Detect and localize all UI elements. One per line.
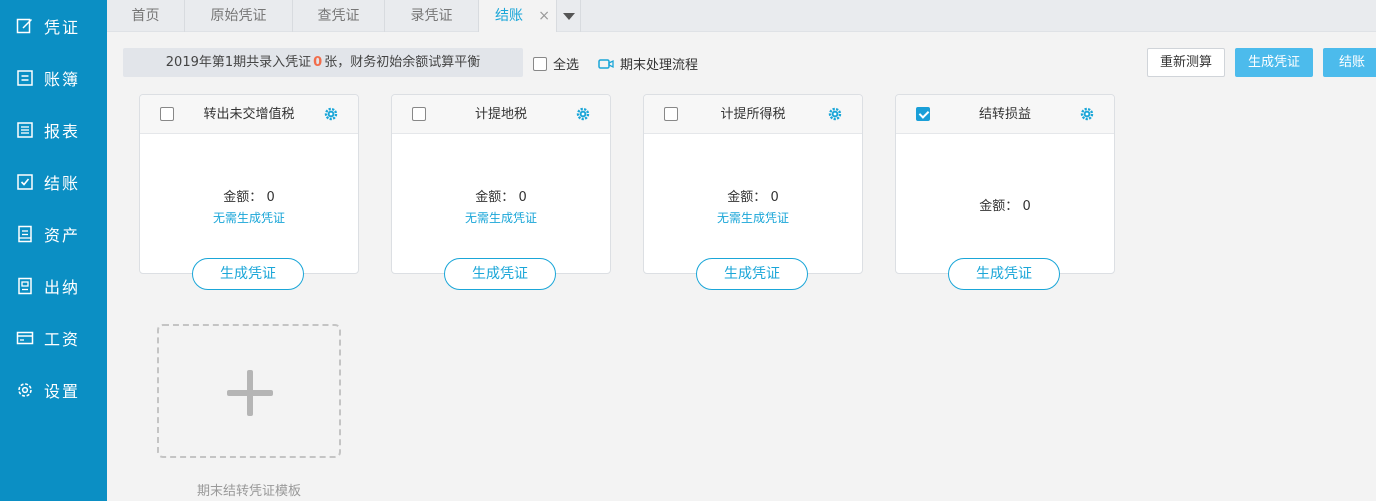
tab-label: 结账 (495, 8, 523, 24)
recalculate-button[interactable]: 重新测算 (1147, 48, 1225, 77)
report-list-icon (16, 121, 34, 139)
voucher-edit-icon (16, 17, 34, 35)
period-info-banner: 2019年第1期共录入凭证 0 张，财务初始余额试算平衡 (123, 48, 523, 77)
card-body: 金额： 0 无需生成凭证 生成凭证 (392, 134, 610, 290)
generate-voucher-button[interactable]: 生成凭证 (1235, 48, 1313, 77)
checkout-check-icon (16, 173, 34, 191)
tab-enter-voucher[interactable]: 录凭证 (385, 0, 479, 32)
select-all-box[interactable] (533, 56, 547, 71)
card-local-tax: 计提地税 金额： 0 无需生成凭证 生成凭证 (391, 94, 611, 290)
card-amount: 金额： 0 (392, 186, 610, 205)
amount-value: 0 (518, 190, 527, 205)
plus-icon-vertical (247, 370, 253, 416)
card-amount: 金额： 0 (140, 186, 358, 205)
card-generate-button[interactable]: 生成凭证 (192, 258, 304, 290)
amount-label: 金额： (979, 199, 1019, 214)
period-end-flow-link[interactable]: 期末处理流程 (598, 54, 698, 73)
tab-more-dropdown[interactable] (557, 0, 581, 32)
add-template-label: 期末结转凭证模板 (196, 484, 301, 499)
no-voucher-needed-note: 无需生成凭证 (464, 211, 537, 225)
card-generate-button[interactable]: 生成凭证 (948, 258, 1060, 290)
gear-icon[interactable] (1080, 107, 1094, 121)
cashier-doc-icon (16, 277, 34, 295)
close-icon[interactable]: × (538, 0, 550, 32)
sidebar-item-label: 工资 (44, 330, 81, 349)
tab-checkout[interactable]: 结账 × (479, 0, 557, 32)
sidebar-item-label: 结账 (44, 174, 81, 193)
amount-value: 0 (266, 190, 275, 205)
voucher-count: 0 (313, 55, 323, 70)
amount-value: 0 (1022, 199, 1031, 214)
gear-icon (16, 381, 34, 399)
select-all-checkbox[interactable]: 全选 (533, 54, 579, 73)
no-voucher-needed-note: 无需生成凭证 (212, 211, 285, 225)
sidebar: 凭证 账簿 报表 结账 资产 出纳 工资 设置 (0, 0, 107, 501)
card-header: 结转损益 (896, 95, 1114, 134)
sidebar-item-label: 出纳 (44, 278, 81, 297)
sidebar-item-asset[interactable]: 资产 (0, 214, 107, 254)
card-amount: 金额： 0 (896, 195, 1114, 214)
card-amount: 金额： 0 (644, 186, 862, 205)
select-all-label: 全选 (553, 58, 580, 73)
card-generate-button[interactable]: 生成凭证 (444, 258, 556, 290)
sidebar-item-settings[interactable]: 设置 (0, 370, 107, 410)
flow-label: 期末处理流程 (620, 58, 699, 73)
info-suffix: 张，财务初始余额试算平衡 (324, 55, 481, 70)
tab-query-voucher[interactable]: 查凭证 (293, 0, 385, 32)
card-carry-forward-pl: 结转损益 金额： 0 生成凭证 (895, 94, 1115, 290)
sidebar-item-voucher[interactable]: 凭证 (0, 6, 107, 46)
no-voucher-needed-note: 无需生成凭证 (716, 211, 789, 225)
amount-value: 0 (770, 190, 779, 205)
card-header: 转出未交增值税 (140, 95, 358, 134)
card-body: 金额： 0 无需生成凭证 生成凭证 (140, 134, 358, 290)
ledger-book-icon (16, 69, 34, 87)
card-header: 计提所得税 (644, 95, 862, 134)
sidebar-item-label: 凭证 (44, 18, 81, 37)
sidebar-item-ledger[interactable]: 账簿 (0, 58, 107, 98)
gear-icon[interactable] (828, 107, 842, 121)
asset-doc-icon (16, 225, 34, 243)
card-generate-button[interactable]: 生成凭证 (696, 258, 808, 290)
add-template-button[interactable] (157, 324, 341, 458)
sidebar-item-label: 账簿 (44, 70, 81, 89)
amount-label: 金额： (727, 190, 767, 205)
caret-down-icon (562, 12, 575, 20)
sidebar-item-report[interactable]: 报表 (0, 110, 107, 150)
tab-original-voucher[interactable]: 原始凭证 (185, 0, 293, 32)
card-body: 金额： 0 生成凭证 (896, 134, 1114, 290)
close-period-button[interactable]: 结账 (1323, 48, 1376, 77)
gear-icon[interactable] (576, 107, 590, 121)
sidebar-item-label: 设置 (44, 382, 81, 401)
tab-bar: 首页 原始凭证 查凭证 录凭证 结账 × (107, 0, 1376, 32)
card-transfer-vat: 转出未交增值税 金额： 0 无需生成凭证 生成凭证 (139, 94, 359, 290)
sidebar-item-label: 报表 (44, 122, 81, 141)
sidebar-item-salary[interactable]: 工资 (0, 318, 107, 358)
sidebar-item-label: 资产 (44, 226, 81, 245)
amount-label: 金额： (475, 190, 515, 205)
card-body: 金额： 0 无需生成凭证 生成凭证 (644, 134, 862, 290)
sidebar-item-checkout[interactable]: 结账 (0, 162, 107, 202)
gear-icon[interactable] (324, 107, 338, 121)
video-camera-icon (598, 58, 614, 69)
amount-label: 金额： (223, 190, 263, 205)
card-header: 计提地税 (392, 95, 610, 134)
salary-card-icon (16, 329, 34, 347)
sidebar-item-cashier[interactable]: 出纳 (0, 266, 107, 306)
card-income-tax: 计提所得税 金额： 0 无需生成凭证 生成凭证 (643, 94, 863, 290)
info-prefix: 2019年第1期共录入凭证 (165, 55, 312, 70)
tab-home[interactable]: 首页 (107, 0, 185, 32)
